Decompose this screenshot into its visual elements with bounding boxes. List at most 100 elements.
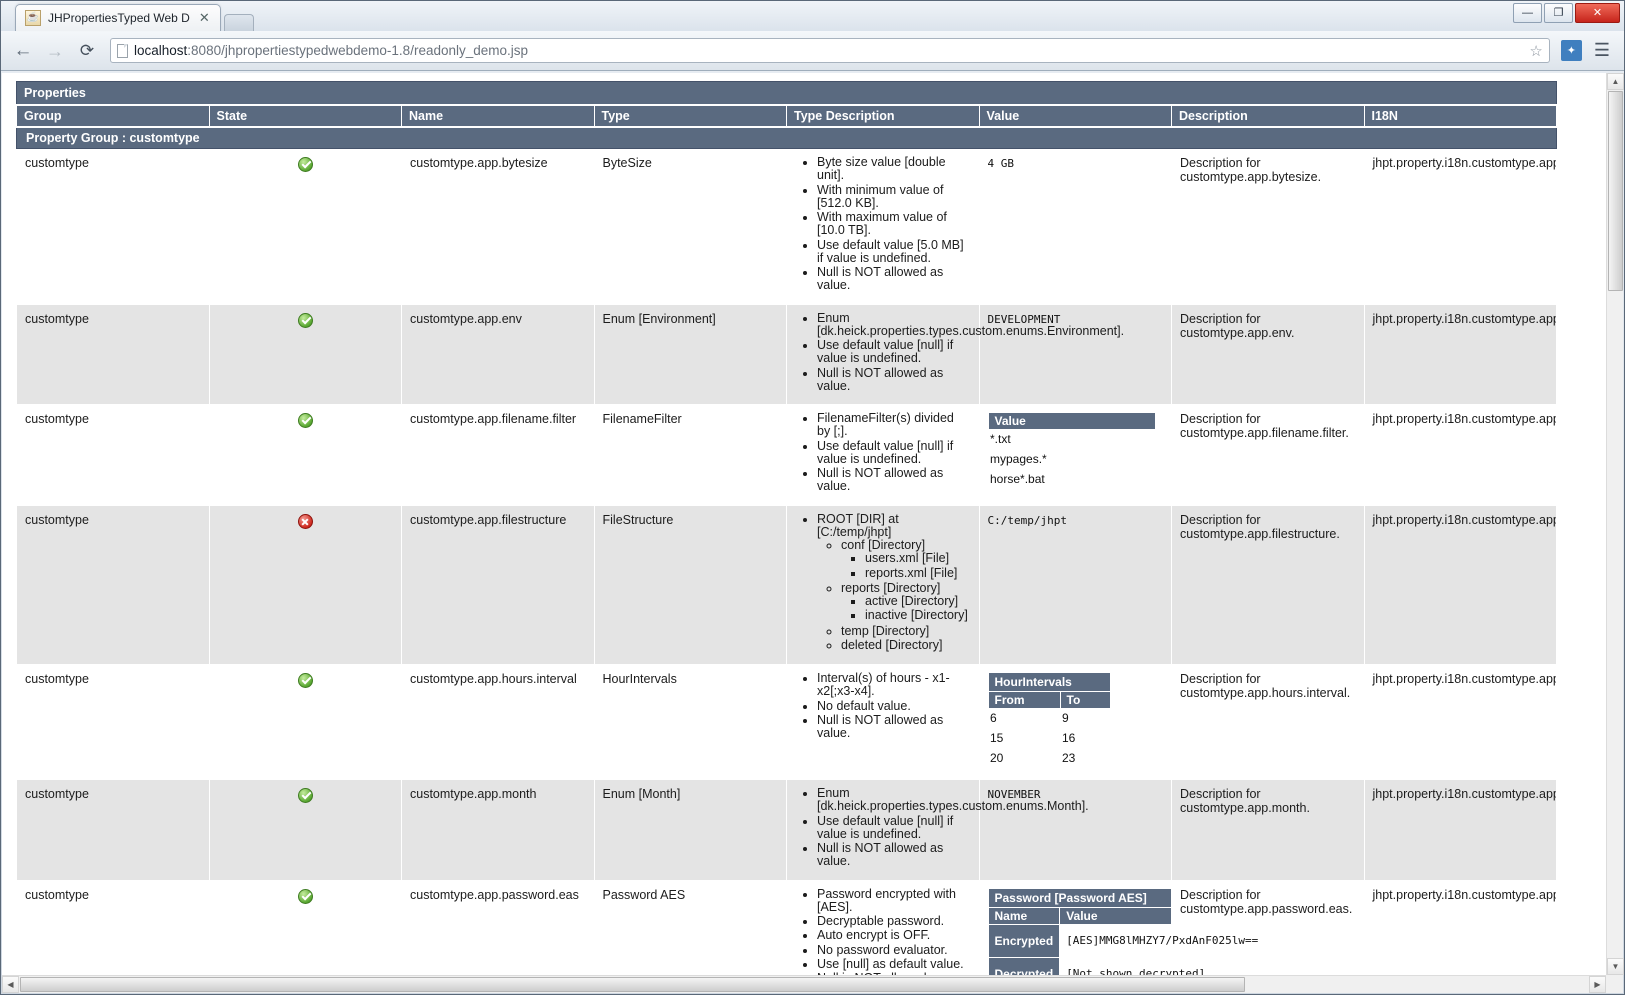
table-row[interactable]: customtypecustomtype.app.filestructureFi… <box>17 505 1557 665</box>
hours-from-value: 20 <box>988 749 1060 769</box>
close-button[interactable]: ✕ <box>1575 3 1620 23</box>
tab-close-icon[interactable]: ✕ <box>197 10 212 26</box>
navigation-bar: ← → ⟳ localhost:8080/jhpropertiestypedwe… <box>1 31 1624 71</box>
cell-i18n: jhpt.property.i18n.customtype.app.env <box>1364 304 1557 405</box>
forward-icon[interactable]: → <box>43 42 67 60</box>
tree-node: conf [Directory]users.xml [File]reports.… <box>841 539 971 582</box>
cell-type: FilenameFilter <box>594 405 787 506</box>
url-text: localhost:8080/jhpropertiestypedwebdemo-… <box>134 43 528 58</box>
browser-tab[interactable]: ☕ JHPropertiesTyped Web D ✕ <box>15 4 221 31</box>
hours-to-value: 9 <box>1060 709 1110 730</box>
cell-name: customtype.app.bytesize <box>402 149 595 305</box>
cell-state <box>209 665 402 780</box>
cell-type-description: Enum [dk.heick.properties.types.custom.e… <box>787 780 980 881</box>
type-description-item: No password evaluator. <box>817 944 971 958</box>
type-description-item: Enum [dk.heick.properties.types.custom.e… <box>817 312 971 340</box>
property-value: DEVELOPMENT <box>988 313 1061 326</box>
type-description-list: Enum [dk.heick.properties.types.custom.e… <box>795 312 971 395</box>
type-description-list: FilenameFilter(s) divided by [;].Use def… <box>795 412 971 495</box>
type-description-item: Use default value [5.0 MB] if value is u… <box>817 239 971 267</box>
type-description-item: Byte size value [double unit]. <box>817 156 971 184</box>
hours-header-row: FromTo <box>988 692 1110 709</box>
cell-type: Enum [Environment] <box>594 304 787 405</box>
reload-icon[interactable]: ⟳ <box>75 42 99 59</box>
address-bar[interactable]: localhost:8080/jhpropertiestypedwebdemo-… <box>110 38 1550 63</box>
cell-group: customtype <box>17 665 210 780</box>
tree-node: temp [Directory] <box>841 625 971 639</box>
hours-to-value: 23 <box>1060 749 1110 769</box>
tree-level-2: users.xml [File]reports.xml [File] <box>841 552 971 581</box>
tree-level-1: conf [Directory]users.xml [File]reports.… <box>817 539 971 653</box>
cell-name: customtype.app.env <box>402 304 595 405</box>
cell-i18n: jhpt.property.i18n.customtype.app.filena… <box>1364 405 1557 506</box>
table-row[interactable]: customtypecustomtype.app.envEnum [Enviro… <box>17 304 1557 405</box>
back-icon[interactable]: ← <box>11 41 35 60</box>
column-header-i18n[interactable]: I18N <box>1364 105 1557 127</box>
cell-type: Enum [Month] <box>594 780 787 881</box>
table-row[interactable]: customtypecustomtype.app.monthEnum [Mont… <box>17 780 1557 881</box>
hours-row: 2023 <box>988 749 1110 769</box>
cell-name: customtype.app.month <box>402 780 595 881</box>
cell-description: Description for customtype.app.filestruc… <box>1172 505 1365 665</box>
type-description-item: Null is NOT allowed as value. <box>817 714 971 742</box>
tab-strip: ☕ JHPropertiesTyped Web D ✕ <box>15 4 254 31</box>
tree-leaf: users.xml [File] <box>865 552 971 566</box>
column-header-state[interactable]: State <box>209 105 402 127</box>
cell-type: HourIntervals <box>594 665 787 780</box>
horizontal-scrollbar[interactable]: ◀ ▶ <box>2 975 1606 993</box>
type-description-list: Enum [dk.heick.properties.types.custom.e… <box>795 787 971 870</box>
state-ok-icon <box>298 889 313 904</box>
cell-description: Description for customtype.app.month. <box>1172 780 1365 881</box>
menu-icon[interactable]: ☰ <box>1590 40 1614 61</box>
vertical-scrollbar[interactable]: ▲ ▼ <box>1606 73 1623 975</box>
cell-group: customtype <box>17 149 210 305</box>
tree-leaf: active [Directory] <box>865 595 971 609</box>
property-value: 4 GB <box>988 157 1015 170</box>
cell-type-description: FilenameFilter(s) divided by [;].Use def… <box>787 405 980 506</box>
column-header-description[interactable]: Description <box>1172 105 1365 127</box>
page-viewport: Properties Group State Name Type Type De… <box>2 73 1623 993</box>
new-tab-button[interactable] <box>224 14 254 31</box>
property-group-label: Property Group : customtype <box>17 127 1557 149</box>
scroll-left-icon[interactable]: ◀ <box>2 976 19 993</box>
maximize-button[interactable]: ❐ <box>1544 3 1573 23</box>
filter-header-row: Value <box>988 413 1155 430</box>
tree-node-root: ROOT [DIR] at [C:/temp/jhpt]conf [Direct… <box>817 513 971 655</box>
scroll-up-icon[interactable]: ▲ <box>1607 73 1624 90</box>
extension-icon[interactable]: ✦ <box>1561 40 1582 61</box>
scroll-right-icon[interactable]: ▶ <box>1589 976 1606 993</box>
cell-name: customtype.app.hours.interval <box>402 665 595 780</box>
type-description-item: With minimum value of [512.0 KB]. <box>817 184 971 212</box>
bookmark-star-icon[interactable]: ☆ <box>1529 42 1542 60</box>
cell-value: C:/temp/jhpt <box>979 505 1172 665</box>
type-description-item: Null is NOT allowed as value. <box>817 266 971 294</box>
title-bar: ☕ JHPropertiesTyped Web D ✕ — ❐ ✕ <box>1 1 1624 31</box>
scroll-down-icon[interactable]: ▼ <box>1607 958 1624 975</box>
type-description-item: Use default value [null] if value is und… <box>817 339 971 367</box>
filter-value: horse*.bat <box>988 470 1155 490</box>
column-header-value[interactable]: Value <box>979 105 1172 127</box>
column-header-type-description[interactable]: Type Description <box>787 105 980 127</box>
cell-type-description: Byte size value [double unit].With minim… <box>787 149 980 305</box>
type-description-item: Null is NOT allowed as value. <box>817 367 971 395</box>
page-info-icon <box>117 44 128 58</box>
minimize-button[interactable]: — <box>1513 3 1542 23</box>
column-header-name[interactable]: Name <box>402 105 595 127</box>
vertical-scroll-thumb[interactable] <box>1608 91 1623 291</box>
column-header-group[interactable]: Group <box>17 105 210 127</box>
property-group-row: Property Group : customtype <box>17 127 1557 149</box>
favicon-icon: ☕ <box>25 10 41 26</box>
table-row[interactable]: customtypecustomtype.app.filename.filter… <box>17 405 1557 506</box>
cell-i18n: jhpt.property.i18n.customtype.app.bytesi… <box>1364 149 1557 305</box>
hours-row: 1516 <box>988 729 1110 749</box>
url-host: localhost <box>134 43 187 58</box>
hours-to-value: 16 <box>1060 729 1110 749</box>
column-header-type[interactable]: Type <box>594 105 787 127</box>
properties-table-body: Properties Group State Name Type Type De… <box>17 82 1557 149</box>
table-row[interactable]: customtypecustomtype.app.bytesizeByteSiz… <box>17 149 1557 305</box>
hour-intervals-table: HourIntervalsFromTo6915162023 <box>988 672 1111 769</box>
tree-node: reports [Directory]active [Directory]ina… <box>841 582 971 625</box>
table-row[interactable]: customtypecustomtype.app.hours.intervalH… <box>17 665 1557 780</box>
table-caption: Properties <box>17 82 1557 106</box>
horizontal-scroll-thumb[interactable] <box>20 977 1245 992</box>
